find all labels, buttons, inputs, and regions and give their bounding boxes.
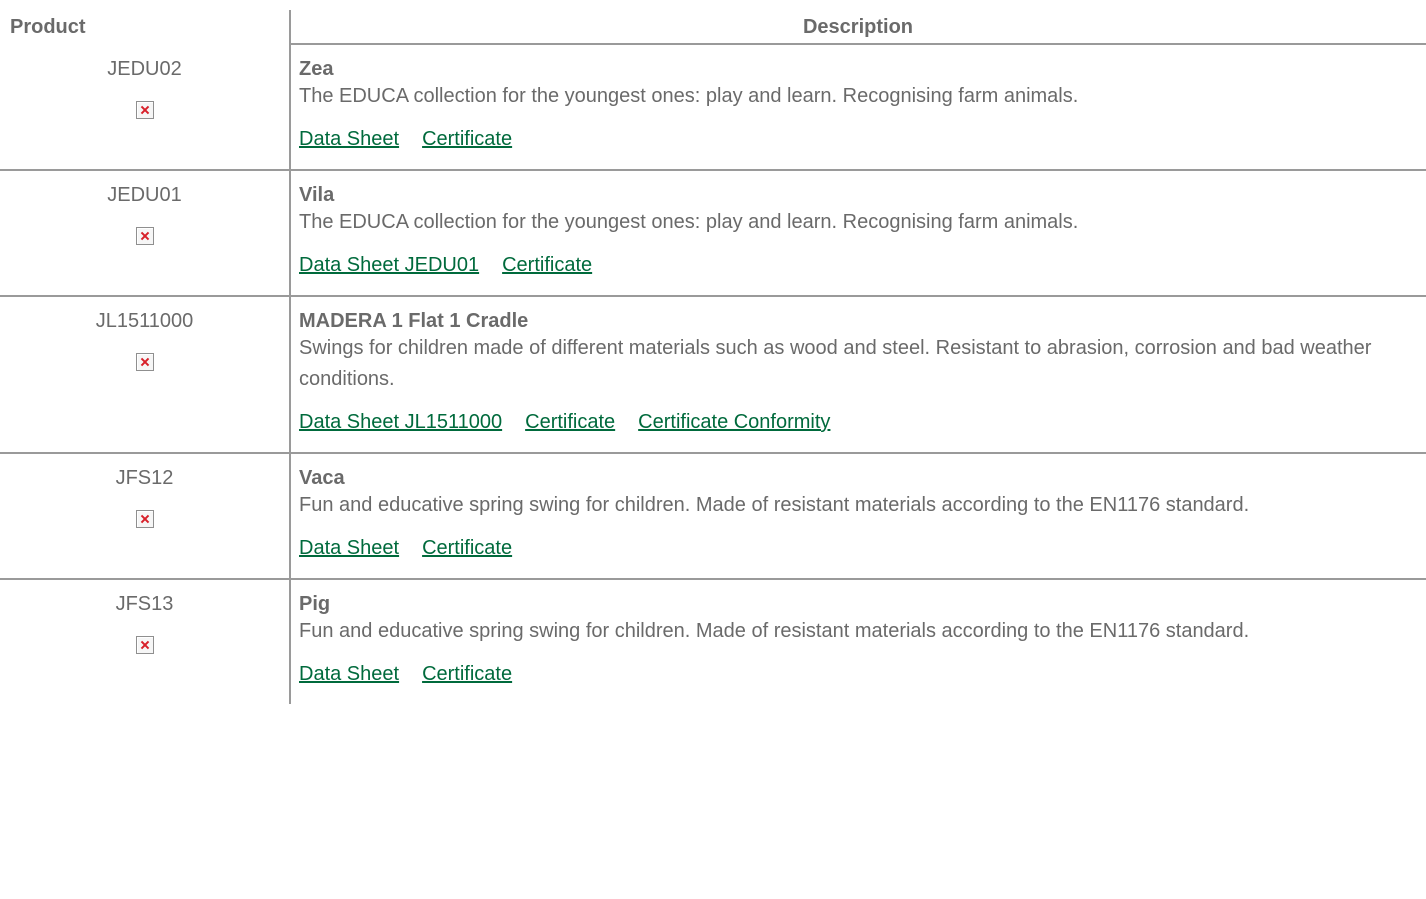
product-description: Swings for children made of different ma… (299, 337, 1372, 390)
product-cell: JEDU02 (0, 45, 289, 125)
product-code: JEDU01 (107, 184, 182, 206)
table-row: JFS13 Pig Fun and educative spring swing… (0, 580, 1426, 704)
product-code: JFS12 (115, 467, 174, 489)
table-header: Product Description (0, 10, 1426, 45)
document-links: Data Sheet JEDU01 Certificate (299, 253, 1412, 277)
description-cell: Vaca Fun and educative spring swing for … (299, 454, 1426, 578)
certificate-link[interactable]: Certificate (422, 537, 512, 559)
broken-image-icon[interactable] (135, 353, 154, 371)
header-description: Description (802, 16, 914, 38)
certificate-link[interactable]: Certificate (525, 411, 615, 433)
certificate-link[interactable]: Certificate (422, 663, 512, 685)
description-cell: Zea The EDUCA collection for the younges… (299, 45, 1426, 169)
products-table: Product Description JEDU02 Zea The EDUCA… (0, 10, 1426, 704)
product-title: Pig (299, 593, 331, 615)
product-code: JEDU02 (107, 58, 182, 80)
data-sheet-link[interactable]: Data Sheet JEDU01 (299, 254, 479, 276)
description-cell: Pig Fun and educative spring swing for c… (299, 580, 1426, 704)
broken-image-icon[interactable] (135, 227, 154, 245)
document-links: Data Sheet JL1511000 Certificate Certifica… (299, 410, 1412, 434)
description-cell: Vila The EDUCA collection for the younge… (299, 171, 1426, 295)
product-cell: JFS12 (0, 454, 289, 534)
broken-image-icon[interactable] (135, 636, 154, 654)
data-sheet-link[interactable]: Data Sheet JL1511000 (299, 411, 502, 433)
document-links: Data Sheet Certificate (299, 662, 1412, 686)
header-product: Product (10, 16, 86, 38)
data-sheet-link[interactable]: Data Sheet (299, 128, 399, 150)
product-code: JL1511000 (95, 310, 194, 332)
product-cell: JFS13 (0, 580, 289, 660)
column-divider (289, 454, 291, 578)
product-title: Vila (299, 184, 335, 206)
data-sheet-link[interactable]: Data Sheet (299, 537, 399, 559)
table-row: JEDU01 Vila The EDUCA collection for the… (0, 171, 1426, 297)
product-code: JFS13 (115, 593, 174, 615)
data-sheet-link[interactable]: Data Sheet (299, 663, 399, 685)
document-links: Data Sheet Certificate (299, 127, 1412, 151)
description-cell: MADERA 1 Flat 1 Cradle Swings for childr… (299, 297, 1426, 452)
product-description: Fun and educative spring swing for child… (299, 620, 1250, 642)
product-description: Fun and educative spring swing for child… (299, 494, 1250, 516)
product-cell: JL1511000 (0, 297, 289, 377)
product-title: MADERA 1 Flat 1 Cradle (299, 310, 529, 332)
broken-image-icon[interactable] (135, 101, 154, 119)
column-divider (289, 171, 291, 295)
certificate-link[interactable]: Certificate (502, 254, 592, 276)
column-divider (289, 580, 291, 704)
broken-image-icon[interactable] (135, 510, 154, 528)
certificate-link[interactable]: Certificate (422, 128, 512, 150)
product-title: Vaca (299, 467, 345, 489)
table-row: JL1511000 MADERA 1 Flat 1 Cradle Swings … (0, 297, 1426, 454)
product-title: Zea (299, 58, 334, 80)
document-links: Data Sheet Certificate (299, 536, 1412, 560)
table-row: JFS12 Vaca Fun and educative spring swin… (0, 454, 1426, 580)
table-row: JEDU02 Zea The EDUCA collection for the … (0, 45, 1426, 171)
product-description: The EDUCA collection for the youngest on… (299, 211, 1079, 233)
product-cell: JEDU01 (0, 171, 289, 251)
certificate-conformity-link[interactable]: Certificate Conformity (638, 411, 830, 433)
column-divider (289, 45, 291, 169)
column-divider (289, 297, 291, 452)
product-description: The EDUCA collection for the youngest on… (299, 85, 1079, 107)
